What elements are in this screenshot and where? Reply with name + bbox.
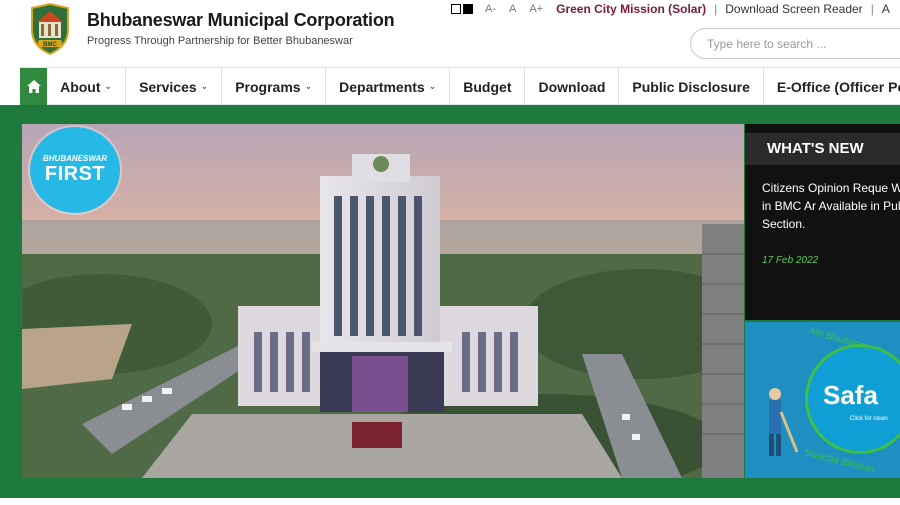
contrast-dark-button[interactable] xyxy=(463,4,473,14)
screen-reader-link[interactable]: Download Screen Reader xyxy=(725,2,862,16)
chevron-down-icon: ⌄ xyxy=(428,81,437,91)
site-tagline: Progress Through Partnership for Better … xyxy=(87,35,353,47)
safai-subtitle: Click for clean xyxy=(850,416,888,422)
nav-item-label: Budget xyxy=(463,78,512,95)
font-increase-button[interactable]: A+ xyxy=(529,3,543,15)
safai-promo-banner[interactable]: Mo Bhubanes Safa Click for clean Swacha … xyxy=(745,322,900,478)
contrast-light-button[interactable] xyxy=(451,4,461,14)
sweeper-figure-icon xyxy=(769,388,799,456)
nav-item-public-disclosure[interactable]: Public Disclosure xyxy=(619,68,764,105)
safai-title: Safa xyxy=(823,380,878,410)
nav-item-e-office[interactable]: E-Office (Officer Po xyxy=(764,68,900,105)
nav-item-label: Services xyxy=(139,78,197,95)
font-decrease-button[interactable]: A- xyxy=(485,3,496,15)
site-title[interactable]: Bhubaneswar Municipal Corporation xyxy=(87,10,395,31)
search-input[interactable] xyxy=(690,28,900,59)
nav-item-programs[interactable]: Programs ⌄ xyxy=(222,68,327,105)
bmc-logo[interactable]: BMC xyxy=(22,2,78,56)
nav-item-services[interactable]: Services ⌄ xyxy=(126,68,223,105)
nav-item-budget[interactable]: Budget xyxy=(450,68,526,105)
home-icon xyxy=(26,80,41,93)
nav-item-label: Programs xyxy=(235,78,301,95)
whats-new-panel: WHAT'S NEW Citizens Opinion Reque Waterb… xyxy=(745,124,900,320)
accessibility-bar: A- A A+ Green City Mission (Solar) | Dow… xyxy=(451,0,890,18)
nav-item-label: Public Disclosure xyxy=(632,78,750,95)
hero-banner-image[interactable] xyxy=(22,124,744,478)
topbar-more-link[interactable]: A xyxy=(882,2,890,16)
chevron-down-icon: ⌄ xyxy=(104,81,113,91)
chevron-down-icon: ⌄ xyxy=(200,81,209,91)
nav-item-label: About xyxy=(60,78,101,95)
nav-item-label: Download xyxy=(538,78,606,95)
news-item-date: 17 Feb 2022 xyxy=(762,255,819,266)
nav-item-label: E-Office (Officer Po xyxy=(776,78,900,95)
nav-home-button[interactable] xyxy=(20,68,48,105)
green-city-mission-link[interactable]: Green City Mission (Solar) xyxy=(556,2,706,16)
badge-city-label: BHUBANESWAR xyxy=(43,154,107,163)
main-nav: About ⌄ Services ⌄ Programs ⌄ Departments ⌄ … xyxy=(20,67,900,105)
badge-first-label: FIRST xyxy=(44,163,106,185)
bhubaneswar-first-badge[interactable]: BHUBANESWAR FIRST xyxy=(30,127,120,213)
logo-wordmark: BMC xyxy=(43,42,57,48)
topbar-divider: | xyxy=(870,2,874,16)
whats-new-heading: WHAT'S NEW xyxy=(745,133,900,165)
nav-item-label: Departments xyxy=(339,78,425,95)
nav-item-download[interactable]: Download xyxy=(525,68,620,105)
font-normal-button[interactable]: A xyxy=(509,3,516,15)
nav-item-about[interactable]: About ⌄ xyxy=(47,68,127,105)
chevron-down-icon: ⌄ xyxy=(304,81,313,91)
nav-item-departments[interactable]: Departments ⌄ xyxy=(326,68,451,105)
topbar-divider: | xyxy=(714,2,718,16)
news-item-link[interactable]: Citizens Opinion Reque Waterbodies in BM… xyxy=(762,179,900,233)
